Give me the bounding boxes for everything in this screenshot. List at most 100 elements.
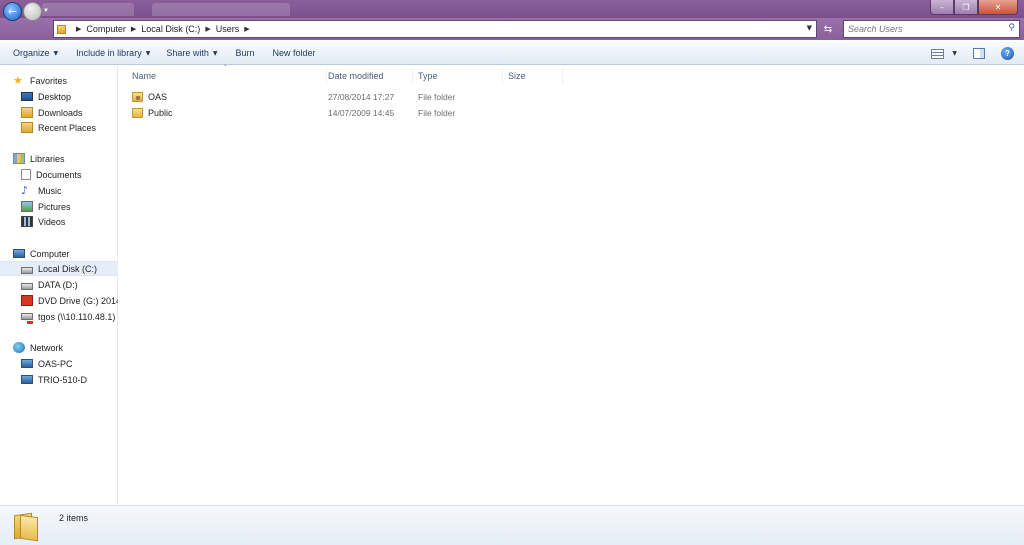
back-button[interactable]: ← [3, 2, 22, 21]
sidebar-item-local-disk[interactable]: Local Disk (C:) [0, 261, 118, 276]
chevron-down-icon: ▼ [145, 49, 151, 57]
pictures-icon [21, 201, 33, 212]
command-bar: Organize ▼ Include in library ▼ Share with… [0, 42, 1024, 65]
window-controls: – ❐ ✕ [930, 0, 1018, 15]
breadcrumb-local-disk[interactable]: Local Disk (C:) [141, 24, 200, 34]
file-name-cell[interactable]: OAS [132, 89, 167, 104]
title-bar: – ❐ ✕ [0, 0, 1024, 18]
search-input[interactable] [844, 21, 994, 37]
view-options-dropdown[interactable]: ▼ [952, 50, 957, 57]
share-with-button[interactable]: Share with ▼ [159, 42, 224, 65]
chevron-right-icon[interactable]: ▶ [76, 25, 81, 33]
sidebar-item-label: tgos (\\10.110.48.1) ( [38, 311, 118, 322]
table-row[interactable]: Public 14/07/2009 14:45 File folder [119, 105, 1024, 120]
address-bar[interactable]: ▶ Computer ▶ Local Disk (C:) ▶ Users ▶ ▼ [53, 20, 817, 38]
folder-icon [14, 512, 40, 542]
sidebar-item-recent-places[interactable]: Recent Places [0, 120, 118, 135]
sidebar-item-label: Downloads [38, 107, 83, 118]
navigation-pane: ★ Favorites Desktop Downloads Recent Plac… [0, 66, 118, 505]
sidebar-item-desktop[interactable]: Desktop [0, 89, 118, 104]
organize-button[interactable]: Organize ▼ [6, 42, 65, 65]
sidebar-item-favorites[interactable]: ★ Favorites [0, 73, 118, 88]
type-cell: File folder [418, 89, 455, 104]
refresh-button[interactable]: ⇆ [819, 20, 837, 38]
sidebar-item-label: Documents [36, 169, 82, 180]
network-drive-icon [21, 313, 33, 324]
sidebar-item-dvd-drive[interactable]: DVD Drive (G:) 20140 [0, 293, 118, 308]
burn-button[interactable]: Burn [228, 42, 261, 65]
column-header-label: Size [508, 71, 526, 81]
close-button[interactable]: ✕ [978, 0, 1018, 15]
search-box[interactable]: ⚲ [843, 20, 1020, 38]
view-controls: ▼ ? [931, 42, 1014, 65]
background-tab [42, 3, 134, 16]
recent-pages-dropdown[interactable]: ▼ [43, 8, 49, 14]
chevron-right-icon[interactable]: ▶ [244, 25, 249, 33]
sidebar-item-computer[interactable]: Computer [0, 246, 118, 261]
breadcrumb: ▶ Computer ▶ Local Disk (C:) ▶ Users ▶ [71, 24, 255, 34]
breadcrumb-computer[interactable]: Computer [86, 24, 126, 34]
hard-drive-icon [21, 282, 33, 290]
file-type: File folder [418, 91, 456, 102]
computer-icon [21, 359, 33, 368]
new-folder-button[interactable]: New folder [265, 42, 322, 65]
chevron-right-icon[interactable]: ▶ [205, 25, 210, 33]
new-folder-label: New folder [272, 48, 316, 58]
file-name: Public [148, 107, 173, 118]
sidebar-item-trio[interactable]: TRIO-510-D [0, 372, 118, 387]
sidebar-item-music[interactable]: ♪ Music [0, 183, 118, 198]
libraries-icon [13, 153, 25, 164]
search-icon[interactable]: ⚲ [1008, 23, 1015, 33]
column-header-date-modified[interactable]: Date modified [323, 68, 413, 84]
file-name-cell[interactable]: Public [132, 105, 173, 120]
sidebar-item-documents[interactable]: Documents [0, 167, 118, 182]
folder-icon [132, 91, 143, 102]
maximize-button[interactable]: ❐ [954, 0, 978, 15]
sidebar-item-downloads[interactable]: Downloads [0, 105, 118, 120]
file-type: File folder [418, 107, 456, 118]
sidebar-item-videos[interactable]: Videos [0, 214, 118, 229]
music-note-icon: ♪ [21, 184, 29, 197]
column-header-size[interactable]: Size [503, 68, 563, 84]
sidebar-item-label: DVD Drive (G:) 20140 [38, 295, 118, 306]
sidebar-item-label: Videos [38, 216, 66, 227]
preview-pane-icon[interactable] [973, 48, 985, 59]
date-modified-cell: 27/08/2014 17:27 [328, 89, 394, 104]
date-modified-cell: 14/07/2009 14:45 [328, 105, 394, 120]
star-icon: ★ [13, 74, 23, 87]
sidebar-item-label: Favorites [30, 75, 68, 86]
column-header-type[interactable]: Type [413, 68, 503, 84]
downloads-folder-icon [21, 107, 33, 118]
include-in-library-label: Include in library [76, 48, 142, 58]
sidebar-item-label: Pictures [38, 201, 71, 212]
help-icon[interactable]: ? [1001, 47, 1014, 60]
sidebar-item-libraries[interactable]: Libraries [0, 151, 118, 166]
breadcrumb-users[interactable]: Users [216, 24, 240, 34]
computer-icon [21, 375, 33, 384]
desktop-icon [21, 92, 33, 101]
file-list: Name Date modified Type Size OAS 27/08/2… [119, 66, 1024, 505]
column-header-name[interactable]: Name [127, 68, 327, 84]
chevron-down-icon: ▼ [212, 49, 218, 57]
address-dropdown-icon[interactable]: ▼ [807, 24, 812, 32]
refresh-icon: ⇆ [823, 23, 833, 35]
change-view-icon[interactable] [931, 48, 945, 59]
chevron-down-icon: ▼ [53, 49, 59, 57]
sidebar-item-data-drive[interactable]: DATA (D:) [0, 277, 118, 292]
network-icon [13, 342, 25, 353]
videos-icon [21, 216, 33, 227]
chevron-right-icon[interactable]: ▶ [131, 25, 136, 33]
sidebar-item-pictures[interactable]: Pictures [0, 199, 118, 214]
folder-icon [132, 107, 143, 118]
sidebar-item-oas-pc[interactable]: OAS-PC [0, 356, 118, 371]
folder-icon [57, 24, 66, 34]
sidebar-item-network[interactable]: Network [0, 340, 118, 355]
recent-places-icon [21, 122, 33, 133]
minimize-button[interactable]: – [930, 0, 954, 15]
sidebar-item-label: Libraries [30, 153, 65, 164]
forward-button[interactable]: → [23, 2, 42, 21]
include-in-library-button[interactable]: Include in library ▼ [69, 42, 157, 65]
table-row[interactable]: OAS 27/08/2014 17:27 File folder [119, 89, 1024, 104]
column-header-label: Type [418, 71, 438, 81]
sidebar-item-network-drive[interactable]: tgos (\\10.110.48.1) ( [0, 309, 118, 324]
